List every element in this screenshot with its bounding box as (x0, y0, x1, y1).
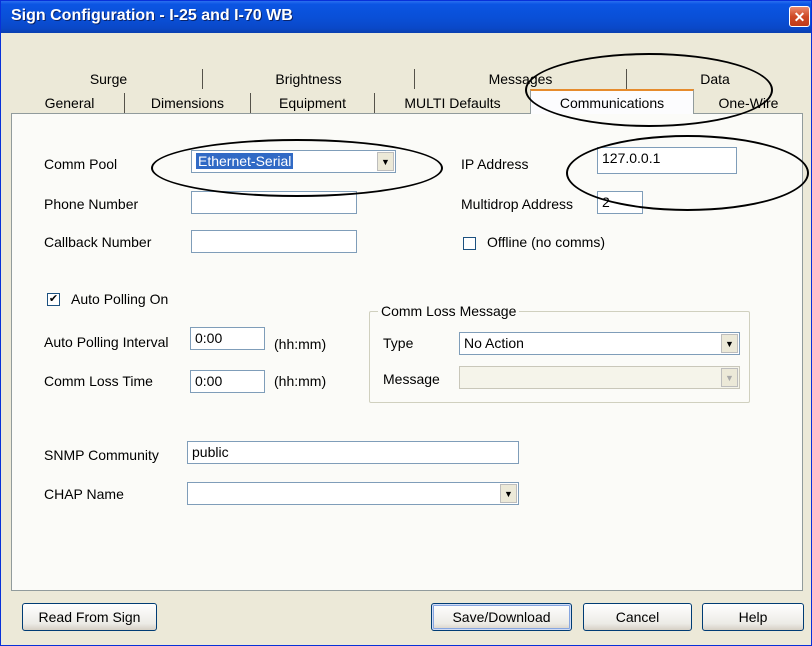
close-icon: ✕ (793, 8, 806, 25)
chevron-down-icon[interactable]: ▼ (500, 484, 517, 503)
comm-pool-label: Comm Pool (44, 156, 118, 172)
tab-label: Dimensions (150, 95, 225, 111)
snmp-community-input[interactable]: public (187, 441, 519, 464)
tab-brightness[interactable]: Brightness (203, 69, 415, 89)
tab-label: Surge (89, 71, 128, 87)
ip-address-input[interactable]: 127.0.0.1 (597, 147, 737, 174)
comm-loss-time-label: Comm Loss Time (44, 373, 153, 389)
tab-general[interactable]: General (15, 93, 125, 113)
close-button[interactable]: ✕ (789, 6, 810, 27)
phone-number-input[interactable] (191, 191, 357, 214)
auto-polling-checkbox[interactable]: ✔ (47, 293, 60, 306)
window-title: Sign Configuration - I-25 and I-70 WB (11, 7, 293, 24)
tab-label: Equipment (279, 95, 346, 111)
comm-loss-time-unit: (hh:mm) (274, 373, 327, 389)
checkmark-icon: ✔ (48, 293, 59, 305)
tab-data[interactable]: Data (627, 69, 803, 89)
chap-name-select[interactable]: ▼ (187, 482, 519, 505)
tab-one-wire[interactable]: One-Wire (694, 93, 803, 113)
tab-label: Brightness (275, 71, 342, 87)
tab-label: Communications (559, 94, 665, 111)
type-label: Type (383, 335, 414, 351)
read-from-sign-button[interactable]: Read From Sign (22, 603, 157, 631)
tab-equipment[interactable]: Equipment (251, 93, 375, 113)
multidrop-address-label: Multidrop Address (461, 196, 574, 212)
message-label: Message (383, 371, 440, 387)
type-value: No Action (464, 335, 524, 351)
comm-pool-value: Ethernet-Serial (196, 153, 294, 169)
phone-number-label: Phone Number (44, 196, 139, 212)
chap-name-label: CHAP Name (44, 486, 124, 502)
callback-number-input[interactable] (191, 230, 357, 253)
auto-polling-interval-label: Auto Polling Interval (44, 334, 169, 350)
dialog-window: Sign Configuration - I-25 and I-70 WB ✕ … (0, 0, 812, 646)
cancel-button[interactable]: Cancel (583, 603, 692, 631)
snmp-community-label: SNMP Community (44, 447, 159, 463)
chevron-down-icon[interactable]: ▼ (377, 152, 394, 171)
save-download-button[interactable]: Save/Download (431, 603, 572, 631)
tab-label: One-Wire (718, 95, 779, 111)
comm-loss-message-group: Comm Loss Message (369, 303, 750, 403)
comm-loss-time-input[interactable]: 0:00 (190, 370, 265, 393)
auto-polling-label: Auto Polling On (71, 291, 169, 307)
auto-polling-interval-unit: (hh:mm) (274, 336, 327, 352)
type-select[interactable]: No Action ▼ (459, 332, 740, 355)
comm-loss-message-legend: Comm Loss Message (378, 303, 520, 319)
multidrop-address-input[interactable]: 2 (597, 191, 643, 214)
chevron-down-icon[interactable]: ▼ (721, 334, 738, 353)
callback-number-label: Callback Number (44, 234, 152, 250)
tab-dimensions[interactable]: Dimensions (125, 93, 251, 113)
tab-label: General (44, 95, 95, 111)
offline-checkbox[interactable] (463, 237, 476, 250)
chevron-down-icon: ▼ (721, 368, 738, 387)
offline-label: Offline (no comms) (487, 234, 605, 250)
comm-pool-select[interactable]: Ethernet-Serial ▼ (191, 150, 396, 173)
tab-label: MULTI Defaults (404, 95, 501, 111)
auto-polling-interval-input[interactable]: 0:00 (190, 327, 265, 350)
tab-surge[interactable]: Surge (15, 69, 203, 89)
help-button[interactable]: Help (702, 603, 804, 631)
tab-messages[interactable]: Messages (415, 69, 627, 89)
tab-label: Messages (488, 71, 553, 87)
message-select: ▼ (459, 366, 740, 389)
tab-communications[interactable]: Communications (530, 89, 694, 114)
ip-address-label: IP Address (461, 156, 529, 172)
tab-label: Data (700, 71, 730, 87)
title-bar[interactable]: Sign Configuration - I-25 and I-70 WB ✕ (1, 1, 811, 33)
tab-multi-defaults[interactable]: MULTI Defaults (375, 93, 531, 113)
